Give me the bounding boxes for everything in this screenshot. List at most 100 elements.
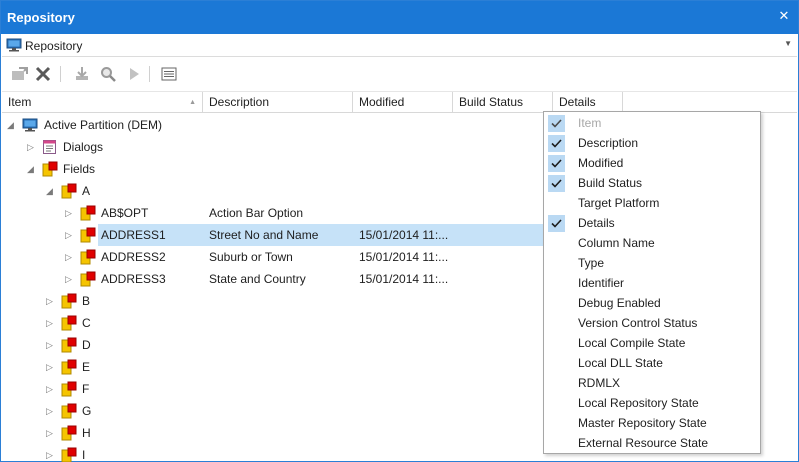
- expand-arrow-icon[interactable]: ▷: [46, 339, 56, 351]
- expand-arrow-icon[interactable]: ▷: [46, 427, 56, 439]
- tree-node-label: F: [82, 382, 90, 396]
- menu-item-label: Column Name: [578, 236, 655, 250]
- expand-arrow-icon[interactable]: ▷: [65, 229, 75, 241]
- collapse-arrow-icon[interactable]: ◢: [46, 185, 56, 197]
- collapse-arrow-icon[interactable]: ◢: [7, 119, 17, 131]
- title-bar: Repository ✕: [1, 1, 798, 34]
- delete-x-icon: [35, 66, 51, 82]
- expand-arrow-icon[interactable]: ▷: [46, 361, 56, 373]
- column-header-details[interactable]: Details: [553, 92, 623, 113]
- column-header: Item ▲ Description Modified Build Status…: [2, 91, 797, 113]
- field-group-icon: [61, 337, 77, 353]
- field-group-icon: [61, 447, 77, 462]
- menu-item-version-control-status[interactable]: Version Control Status: [544, 313, 760, 333]
- toolbar: [2, 60, 797, 88]
- menu-item-details[interactable]: Details: [544, 213, 760, 233]
- menu-item-label: Debug Enabled: [578, 296, 661, 310]
- tree-node-label: E: [82, 360, 91, 374]
- field-group-icon: [61, 183, 77, 199]
- play-icon: [130, 68, 139, 80]
- menu-item-local-compile-state[interactable]: Local Compile State: [544, 333, 760, 353]
- checkmark-icon: [548, 135, 565, 152]
- field-icon: [80, 205, 96, 221]
- column-header-modified-label: Modified: [359, 95, 405, 109]
- expand-arrow-icon[interactable]: ▷: [46, 317, 56, 329]
- menu-item-label: Master Repository State: [578, 416, 707, 430]
- tree-node-label: G: [82, 404, 92, 418]
- field-modified: 15/01/2014 11:...: [359, 272, 449, 286]
- checkmark-icon: [548, 215, 565, 232]
- expand-arrow-icon[interactable]: ▷: [46, 383, 56, 395]
- expand-arrow-icon[interactable]: ▷: [65, 273, 75, 285]
- tree-node-label: D: [82, 338, 91, 352]
- expand-arrow-icon[interactable]: ▷: [65, 207, 75, 219]
- field-description: State and Country: [209, 272, 306, 286]
- close-icon[interactable]: ✕: [776, 8, 792, 24]
- monitor-icon: [6, 38, 22, 55]
- delete-button[interactable]: [33, 64, 53, 84]
- expand-arrow-icon[interactable]: ▷: [46, 449, 56, 461]
- column-header-build-status-label: Build Status: [459, 95, 524, 109]
- menu-item-label: Details: [578, 216, 615, 230]
- menu-item-local-dll-state[interactable]: Local DLL State: [544, 353, 760, 373]
- menu-item-type[interactable]: Type: [544, 253, 760, 273]
- column-header-modified[interactable]: Modified: [353, 92, 453, 113]
- expand-arrow-icon[interactable]: ▷: [46, 405, 56, 417]
- tree-node-label: C: [82, 316, 91, 330]
- menu-item-label: Local DLL State: [578, 356, 663, 370]
- collapse-arrow-icon[interactable]: ◢: [27, 163, 37, 175]
- column-header-item[interactable]: Item ▲: [2, 92, 203, 113]
- expand-arrow-icon[interactable]: ▷: [65, 251, 75, 263]
- field-group-icon: [61, 293, 77, 309]
- menu-item-rdmlx[interactable]: RDMLX: [544, 373, 760, 393]
- sort-arrow-icon: ▲: [189, 99, 196, 106]
- menu-item-target-platform[interactable]: Target Platform: [544, 193, 760, 213]
- field-group-icon: [61, 359, 77, 375]
- menu-item-master-repository-state[interactable]: Master Repository State: [544, 413, 760, 433]
- tree-node-label: A: [82, 184, 91, 198]
- menu-item-column-name[interactable]: Column Name: [544, 233, 760, 253]
- menu-item-description[interactable]: Description: [544, 133, 760, 153]
- find-button[interactable]: [98, 64, 118, 84]
- dialog-icon: [42, 139, 58, 155]
- menu-item-build-status[interactable]: Build Status: [544, 173, 760, 193]
- tree-node-label: B: [82, 294, 91, 308]
- column-header-description[interactable]: Description: [203, 92, 353, 113]
- field-item-name: ADDRESS1: [101, 228, 166, 242]
- magnifier-icon: [101, 67, 116, 82]
- list-icon: [161, 67, 177, 81]
- expand-arrow-icon[interactable]: ▷: [46, 295, 56, 307]
- menu-item-identifier[interactable]: Identifier: [544, 273, 760, 293]
- properties-button[interactable]: [159, 64, 179, 84]
- menu-item-label: Local Compile State: [578, 336, 686, 350]
- menu-item-label: Identifier: [578, 276, 625, 290]
- menu-item-label: Modified: [578, 156, 624, 170]
- menu-item-modified[interactable]: Modified: [544, 153, 760, 173]
- field-modified: 15/01/2014 11:...: [359, 228, 449, 242]
- menu-item-debug-enabled[interactable]: Debug Enabled: [544, 293, 760, 313]
- run-button[interactable]: [124, 64, 144, 84]
- chevron-down-icon[interactable]: ▼: [784, 39, 792, 48]
- menu-item-external-resource-state[interactable]: External Resource State: [544, 433, 760, 453]
- menu-item-label: External Resource State: [578, 436, 709, 450]
- menu-item-item[interactable]: Item: [544, 113, 760, 133]
- field-group-icon: [61, 403, 77, 419]
- tree-node-label: Dialogs: [63, 140, 104, 154]
- expand-arrow-icon[interactable]: ▷: [27, 141, 37, 153]
- open-button[interactable]: [10, 64, 30, 84]
- column-header-description-label: Description: [209, 95, 270, 109]
- field-group-icon: [61, 381, 77, 397]
- check-in-button[interactable]: [72, 64, 92, 84]
- tree-node-label: I: [82, 448, 86, 462]
- field-item-name: ADDRESS2: [101, 250, 166, 264]
- menu-item-local-repository-state[interactable]: Local Repository State: [544, 393, 760, 413]
- field-description: Action Bar Option: [209, 206, 304, 220]
- field-group-icon: [61, 425, 77, 441]
- menu-item-label: Description: [578, 136, 639, 150]
- repository-selector[interactable]: Repository ▼: [2, 35, 797, 57]
- column-header-build-status[interactable]: Build Status: [453, 92, 553, 113]
- open-icon: [12, 67, 28, 80]
- tree-node-label: Fields: [63, 162, 96, 176]
- window-title: Repository: [7, 10, 75, 25]
- monitor-icon: [22, 117, 38, 133]
